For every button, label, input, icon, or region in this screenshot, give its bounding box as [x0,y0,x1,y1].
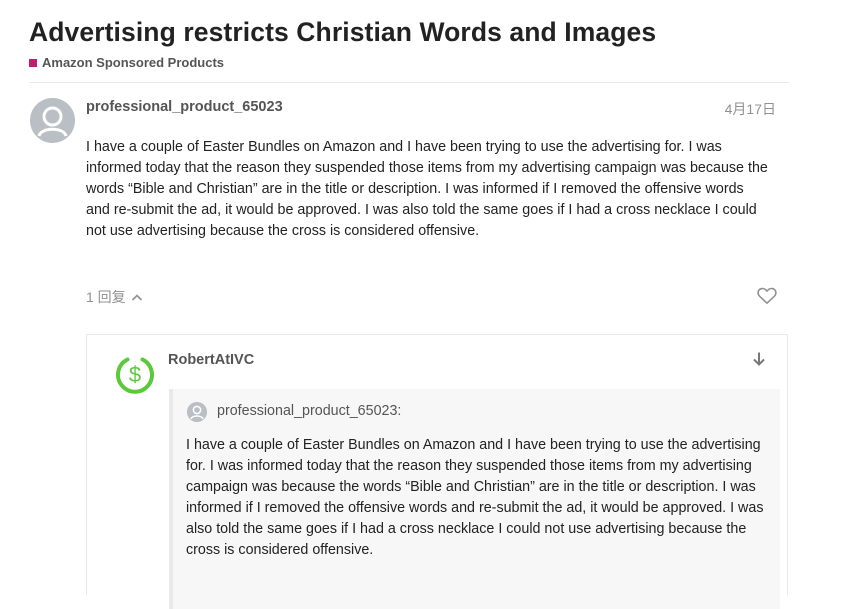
post-body-text: I have a couple of Easter Bundles on Ama… [86,139,768,239]
replies-toggle-button[interactable]: 1 回复 [86,287,143,307]
default-user-icon[interactable] [30,98,75,143]
dollar-circle-icon[interactable]: $ [114,353,156,395]
arrow-down-icon[interactable] [752,351,766,372]
quote-body: I have a couple of Easter Bundles on Ama… [186,435,766,561]
post-date[interactable]: 4月17日 [725,99,776,119]
category-badge[interactable]: Amazon Sponsored Products [29,55,224,70]
quote-avatar-icon [187,402,207,422]
like-button[interactable] [757,287,777,310]
topic-title[interactable]: Advertising restricts Christian Words an… [29,17,656,48]
reply-author-name[interactable]: RobertAtIVC [168,352,254,368]
chevron-up-icon [131,289,143,305]
replies-count-label: 1 回复 [86,289,126,305]
quote-body-text: I have a couple of Easter Bundles on Ama… [186,437,764,558]
category-color-swatch [29,58,37,67]
reply-post: $ RobertAtIVC professional_product_65023… [86,334,788,609]
title-divider [29,82,789,83]
quote-block: professional_product_65023: I have a cou… [169,389,780,609]
quote-author-name[interactable]: professional_product_65023: [217,403,401,419]
post-body: I have a couple of Easter Bundles on Ama… [86,137,771,242]
category-name: Amazon Sponsored Products [42,55,225,70]
heart-icon [757,287,777,309]
post-author-name[interactable]: professional_product_65023 [86,99,283,115]
svg-text:$: $ [129,362,141,387]
